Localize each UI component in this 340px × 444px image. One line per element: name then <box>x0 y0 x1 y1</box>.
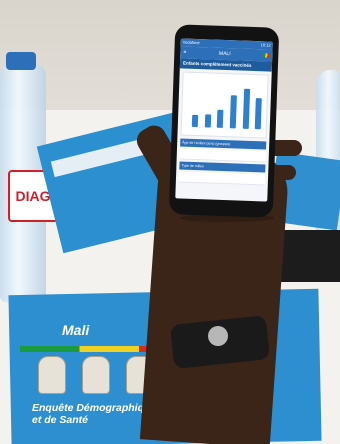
chart-bar <box>242 88 250 129</box>
filter-row-residence[interactable]: Type de milieu <box>179 161 266 173</box>
app-title: MALI <box>218 50 231 58</box>
statue-icon <box>38 356 66 394</box>
indicator-chart <box>180 71 269 139</box>
stat-row <box>178 171 266 186</box>
chart-bar <box>204 114 211 128</box>
chart-bar <box>229 95 237 129</box>
menu-icon[interactable]: ≡ <box>183 47 186 59</box>
chart-bar <box>217 110 224 128</box>
statue-icon <box>82 356 110 394</box>
stat-row <box>179 148 266 163</box>
booklet-subtitle-line2: et de Santé <box>32 414 89 426</box>
mali-flag-icon <box>263 53 270 58</box>
chart-bar <box>255 98 263 130</box>
phone-screen: Vodafone 16:12 ≡ MALI Enfants complèteme… <box>175 38 273 202</box>
smartphone: Vodafone 16:12 ≡ MALI Enfants complèteme… <box>168 24 280 218</box>
photo-scene: DIAG Mali Enquête Démographique et de Sa… <box>0 0 340 444</box>
bottle-cap <box>6 52 36 70</box>
status-time: 16:12 <box>260 42 271 48</box>
booklet-title: Mali <box>62 322 90 338</box>
booklet-subtitle-line1: Enquête Démographique <box>32 402 157 414</box>
watch-face <box>208 326 228 346</box>
booklet-subtitle: Enquête Démographique et de Santé <box>32 402 156 426</box>
indicator-title: Enfants complètement vaccinés <box>179 58 273 72</box>
chart-bar <box>191 114 199 128</box>
filter-row-age[interactable]: Âge de l'enfant (ans) (groupes) <box>180 138 267 150</box>
chart-bars <box>190 83 263 130</box>
